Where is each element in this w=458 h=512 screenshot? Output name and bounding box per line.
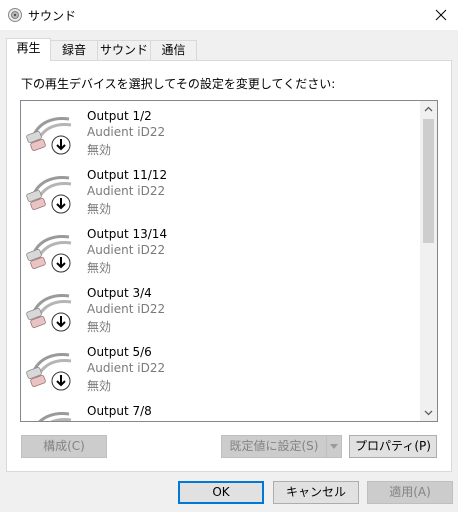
- scroll-up-icon[interactable]: [420, 101, 437, 118]
- device-status: 無効: [87, 379, 112, 393]
- cancel-button[interactable]: キャンセル: [273, 481, 359, 504]
- device-status: 無効: [87, 202, 112, 216]
- instruction-text: 下の再生デバイスを選択してその設定を変更してください:: [21, 77, 336, 91]
- ok-button[interactable]: OK: [178, 481, 264, 504]
- device-name: Output 11/12: [87, 168, 168, 182]
- device-status: 無効: [87, 143, 112, 157]
- rca-cable-disabled-icon: [25, 225, 77, 277]
- device-item[interactable]: Output 13/14 Audient iD22 無効: [21, 223, 421, 283]
- title-bar: サウンド: [0, 0, 458, 30]
- rca-cable-disabled-icon: [25, 284, 77, 336]
- rca-cable-disabled-icon: [25, 166, 77, 218]
- device-name: Output 7/8: [87, 404, 152, 418]
- scrollbar-thumb[interactable]: [423, 119, 434, 243]
- device-item[interactable]: Output 5/6 Audient iD22 無効: [21, 341, 421, 401]
- device-name: Output 1/2: [87, 109, 152, 123]
- configure-button[interactable]: 構成(C): [21, 435, 107, 458]
- rca-cable-disabled-icon: [25, 343, 77, 395]
- window-title: サウンド: [28, 9, 77, 23]
- device-name: Output 13/14: [87, 227, 168, 241]
- device-status: 無効: [87, 320, 112, 334]
- tab-sounds[interactable]: サウンド: [97, 40, 151, 60]
- set-default-dropdown[interactable]: [326, 435, 342, 458]
- device-driver: Audient iD22: [87, 243, 166, 257]
- device-item[interactable]: Output 3/4 Audient iD22 無効: [21, 282, 421, 342]
- speaker-icon: [8, 8, 22, 22]
- set-default-button[interactable]: 既定値に設定(S): [221, 435, 327, 458]
- device-list[interactable]: Output 1/2 Audient iD22 無効 Output 11/12 Aud…: [20, 100, 438, 422]
- device-item[interactable]: Output 11/12 Audient iD22 無効: [21, 164, 421, 224]
- apply-button[interactable]: 適用(A): [367, 481, 453, 504]
- tab-recording[interactable]: 録音: [50, 40, 98, 60]
- device-driver: Audient iD22: [87, 361, 166, 375]
- tab-communications[interactable]: 通信: [150, 40, 197, 60]
- properties-button[interactable]: プロパティ(P): [349, 435, 437, 458]
- device-driver: Audient iD22: [87, 302, 166, 316]
- vertical-scrollbar[interactable]: [420, 101, 437, 421]
- device-item[interactable]: Output 7/8: [21, 400, 421, 421]
- close-icon[interactable]: [424, 0, 458, 30]
- tab-playback[interactable]: 再生: [6, 38, 51, 61]
- device-status: 無効: [87, 261, 112, 275]
- device-driver: Audient iD22: [87, 184, 166, 198]
- device-name: Output 3/4: [87, 286, 152, 300]
- rca-cable-disabled-icon: [25, 402, 77, 421]
- scroll-down-icon[interactable]: [420, 404, 437, 421]
- device-driver: Audient iD22: [87, 125, 166, 139]
- tab-panel: 下の再生デバイスを選択してその設定を変更してください: Output 1/2 Au…: [6, 60, 452, 472]
- chevron-down-icon: [330, 444, 338, 449]
- device-name: Output 5/6: [87, 345, 152, 359]
- rca-cable-disabled-icon: [25, 107, 77, 159]
- device-item[interactable]: Output 1/2 Audient iD22 無効: [21, 105, 421, 165]
